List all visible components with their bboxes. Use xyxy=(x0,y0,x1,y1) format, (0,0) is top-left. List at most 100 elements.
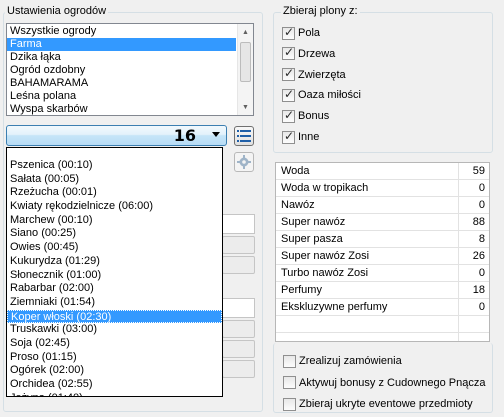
table-row: Super nawóz 88 xyxy=(276,214,489,231)
table-row: Turbo nawóz Zosi 0 xyxy=(276,265,489,282)
table-row: Woda 59 xyxy=(276,163,489,180)
table-row: Super pasza 8 xyxy=(276,231,489,248)
list-item[interactable]: BAHAMARAMA xyxy=(7,77,236,90)
harvest-option[interactable]: ✓ Pola xyxy=(282,24,320,40)
dropdown-item[interactable]: Jeżyna (01:40) xyxy=(7,392,222,396)
resource-value: 88 xyxy=(472,216,485,228)
list-item[interactable]: Leśna polana xyxy=(7,90,236,103)
checkmark-icon: ✓ xyxy=(284,66,295,81)
dropdown-item[interactable]: Ziemniaki (01:54) xyxy=(7,296,222,310)
resource-value: 0 xyxy=(478,182,485,194)
list-button[interactable] xyxy=(234,126,254,146)
table-row-empty xyxy=(276,316,489,333)
list-item[interactable]: Farma xyxy=(7,38,236,51)
harvest-option[interactable]: ✓ Zwierzęta xyxy=(282,66,346,82)
list-item[interactable]: Wyspa skarbów xyxy=(7,103,236,115)
checkmark-icon: ✓ xyxy=(284,24,295,39)
dropdown-item[interactable]: Owies (00:45) xyxy=(7,241,222,255)
checkmark-icon: ✓ xyxy=(284,86,295,101)
dropdown-item[interactable]: Rzeżucha (00:01) xyxy=(7,186,222,200)
checkbox[interactable] xyxy=(283,376,296,389)
resource-value: 0 xyxy=(478,199,485,211)
checkbox[interactable]: ✓ xyxy=(282,107,295,123)
level-combo[interactable]: 16 xyxy=(6,125,227,146)
resource-name: Ekskluzywne perfumy xyxy=(281,301,388,313)
option-row[interactable]: Zrealizuj zamówienia xyxy=(283,354,402,368)
harvest-option[interactable]: ✓ Inne xyxy=(282,128,320,144)
harvest-option[interactable]: ✓ Bonus xyxy=(282,107,330,123)
checkbox[interactable] xyxy=(283,397,296,411)
resource-name: Super nawóz Zosi xyxy=(281,250,370,262)
harvest-option[interactable]: ✓ Oaza miłości xyxy=(282,86,361,102)
resource-name: Super pasza xyxy=(281,233,343,245)
hidden-field-1 xyxy=(222,214,255,234)
checkbox-label: Bonus xyxy=(298,110,330,123)
checkbox[interactable] xyxy=(283,354,296,368)
checkbox-label: Aktywuj bonusy z Cudownego Pnącza xyxy=(299,376,486,389)
resource-value: 0 xyxy=(478,267,485,279)
dropdown-item[interactable]: Sałata (00:05) xyxy=(7,173,222,187)
checkbox-label: Zwierzęta xyxy=(298,68,346,81)
table-row-empty xyxy=(276,333,489,341)
table-row: Woda w tropikach 0 xyxy=(276,180,489,197)
scroll-down-icon[interactable]: ▼ xyxy=(238,99,253,115)
dropdown-item[interactable]: Koper włoski (02:30) xyxy=(7,309,222,324)
list-item[interactable]: Dzika łąka xyxy=(7,51,236,64)
checkbox[interactable]: ✓ xyxy=(282,45,295,61)
checkmark-icon: ✓ xyxy=(284,128,295,143)
dropdown-item[interactable]: Słonecznik (01:00) xyxy=(7,269,222,283)
option-row[interactable]: Aktywuj bonusy z Cudownego Pnącza xyxy=(283,376,486,390)
gear-icon xyxy=(237,155,251,169)
resource-name: Woda xyxy=(281,165,310,177)
harvest-group-title: Zbieraj plony z: xyxy=(281,5,360,18)
hidden-button-2 xyxy=(222,256,255,274)
settings-button[interactable] xyxy=(234,152,254,172)
checkbox-label: Drzewa xyxy=(298,47,336,60)
dropdown-item[interactable]: Marchew (00:10) xyxy=(7,214,222,228)
list-icon xyxy=(237,130,251,142)
gardens-list[interactable]: Wszystkie ogrody Farma Dzika łąka Ogród ozd… xyxy=(6,23,254,116)
resource-value: 8 xyxy=(478,233,485,245)
dropdown-item[interactable]: Soja (02:45) xyxy=(7,337,222,351)
dropdown-item[interactable]: Kukurydza (01:29) xyxy=(7,255,222,269)
checkbox[interactable]: ✓ xyxy=(282,24,295,40)
dropdown-item[interactable]: Pszenica (00:10) xyxy=(7,159,222,173)
dropdown-item[interactable]: Orchidea (02:55) xyxy=(7,378,222,392)
checkbox[interactable]: ✓ xyxy=(282,128,295,144)
dropdown-item[interactable]: Kwiaty rękodzielnicze (06:00) xyxy=(7,200,222,214)
list-item[interactable]: Ogród ozdobny xyxy=(7,64,236,77)
dropdown-item[interactable]: Proso (01:15) xyxy=(7,351,222,365)
checkbox[interactable]: ✓ xyxy=(282,66,295,82)
dropdown-item[interactable]: Ogórek (02:00) xyxy=(7,364,222,378)
scroll-up-icon[interactable]: ▲ xyxy=(238,24,253,40)
checkbox[interactable]: ✓ xyxy=(282,86,295,102)
table-row: Super nawóz Zosi 26 xyxy=(276,248,489,265)
option-row[interactable]: Zbieraj ukryte eventowe przedmioty xyxy=(283,397,473,411)
dropdown-item[interactable]: Rabarbar (02:00) xyxy=(7,282,222,296)
table-row: Ekskluzywne perfumy 0 xyxy=(276,299,489,316)
gardens-group-title: Ustawienia ogrodów xyxy=(5,5,109,18)
resources-table: Woda 59 Woda w tropikach 0 Nawóz 0 Super nawóz… xyxy=(275,162,490,342)
hidden-button-5 xyxy=(222,360,255,378)
gardens-list-scrollbar[interactable]: ▲ ▼ xyxy=(237,24,253,115)
hidden-button-1 xyxy=(222,236,255,254)
resource-value: 18 xyxy=(472,284,485,296)
checkmark-icon: ✓ xyxy=(284,107,295,122)
list-item[interactable]: Wszystkie ogrody xyxy=(7,25,236,38)
resource-name: Woda w tropikach xyxy=(281,182,369,194)
level-combo-value: 16 xyxy=(173,126,196,145)
checkbox-label: Zrealizuj zamówienia xyxy=(299,355,402,367)
resource-name: Turbo nawóz Zosi xyxy=(281,267,369,279)
crop-dropdown-list[interactable]: Pszenica (00:10) Sałata (00:05) Rzeżucha (… xyxy=(6,147,223,397)
resource-name: Perfumy xyxy=(281,284,322,296)
table-row: Nawóz 0 xyxy=(276,197,489,214)
checkbox-label: Inne xyxy=(298,131,320,143)
dropdown-item[interactable]: Siano (00:25) xyxy=(7,227,222,241)
hidden-button-3 xyxy=(222,320,255,338)
scrollbar-thumb[interactable] xyxy=(240,42,251,82)
checkmark-icon: ✓ xyxy=(284,45,295,60)
chevron-down-icon xyxy=(212,132,220,137)
dropdown-item[interactable]: Truskawki (03:00) xyxy=(7,323,222,337)
checkbox-label: Oaza miłości xyxy=(298,89,361,102)
harvest-option[interactable]: ✓ Drzewa xyxy=(282,45,336,61)
